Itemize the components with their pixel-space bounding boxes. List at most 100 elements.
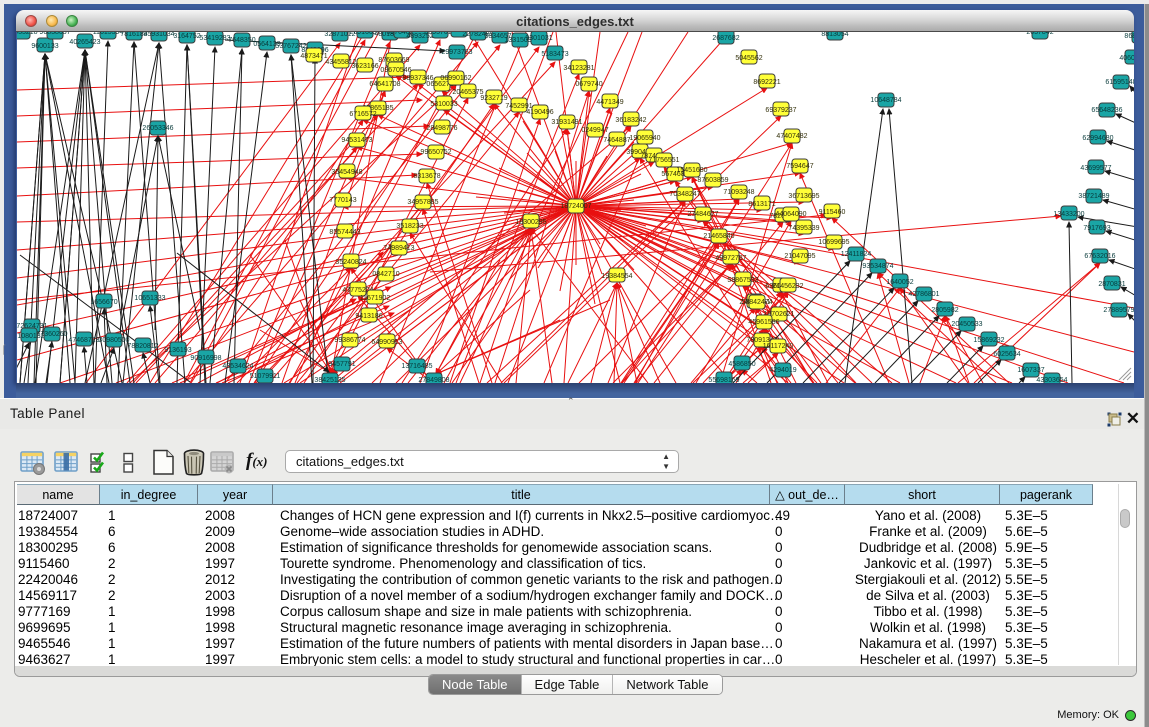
- svg-text:65648236: 65648236: [1091, 107, 1122, 114]
- svg-text:49972787: 49972787: [715, 255, 746, 262]
- svg-text:7464887: 7464887: [603, 137, 630, 144]
- svg-text:34123281: 34123281: [563, 65, 594, 72]
- svg-text:4586850: 4586850: [728, 361, 755, 368]
- svg-text:99650752: 99650752: [420, 149, 451, 156]
- svg-text:06990162: 06990162: [440, 75, 471, 82]
- svg-text:5045562: 5045562: [735, 55, 762, 62]
- svg-text:35240824: 35240824: [335, 259, 366, 266]
- svg-text:3623166: 3623166: [351, 63, 378, 70]
- svg-text:11671902: 11671902: [360, 295, 391, 302]
- svg-text:13433200: 13433200: [1053, 211, 1084, 218]
- svg-text:20465375: 20465375: [452, 89, 483, 96]
- svg-text:13716485: 13716485: [401, 363, 432, 370]
- svg-text:3518233: 3518233: [396, 223, 423, 230]
- svg-text:15451680: 15451680: [676, 167, 707, 174]
- svg-text:8313678: 8313678: [413, 173, 440, 180]
- svg-text:93534874: 93534874: [862, 263, 893, 270]
- svg-text:78820812: 78820812: [127, 343, 158, 350]
- svg-text:20450533: 20450533: [951, 321, 982, 328]
- svg-text:21465840: 21465840: [703, 233, 734, 240]
- svg-text:87603859: 87603859: [697, 177, 728, 184]
- svg-text:90916998: 90916998: [190, 355, 221, 362]
- svg-text:19065940: 19065940: [629, 135, 660, 142]
- svg-text:2870831: 2870831: [1098, 281, 1125, 288]
- svg-text:10433218: 10433218: [17, 32, 38, 36]
- svg-text:4060883: 4060883: [1119, 55, 1134, 62]
- svg-text:62994680: 62994680: [1082, 135, 1113, 142]
- svg-text:3164752: 3164752: [173, 33, 200, 40]
- svg-text:11615594: 11615594: [93, 32, 124, 36]
- svg-text:4471349: 4471349: [596, 99, 623, 106]
- svg-text:29973763: 29973763: [441, 49, 472, 56]
- svg-text:27889579: 27889579: [1103, 307, 1134, 314]
- svg-text:1656670: 1656670: [90, 299, 117, 306]
- svg-text:77360260: 77360260: [36, 331, 67, 338]
- svg-text:1640052: 1640052: [886, 279, 913, 286]
- svg-text:15869232: 15869232: [973, 337, 1004, 344]
- svg-text:71093248: 71093248: [723, 189, 754, 196]
- svg-text:7770143: 7770143: [329, 197, 356, 204]
- svg-text:40265423: 40265423: [69, 39, 100, 46]
- svg-text:26053346: 26053346: [142, 125, 173, 132]
- svg-text:36183242: 36183242: [615, 117, 646, 124]
- svg-text:9600133: 9600133: [31, 43, 58, 50]
- svg-text:0679740: 0679740: [575, 81, 602, 88]
- svg-text:28498776: 28498776: [426, 125, 457, 132]
- svg-text:12411824: 12411824: [841, 251, 872, 258]
- svg-text:6025634: 6025634: [993, 351, 1020, 358]
- svg-text:71756551: 71756551: [648, 157, 679, 164]
- svg-text:69379237: 69379237: [765, 107, 796, 114]
- svg-text:53419283: 53419283: [199, 35, 230, 42]
- svg-text:34957885: 34957885: [407, 199, 438, 206]
- svg-text:7917693: 7917693: [1083, 225, 1110, 232]
- svg-text:47468723: 47468723: [68, 337, 99, 344]
- svg-text:7648350: 7648350: [228, 37, 255, 44]
- svg-text:30980500: 30980500: [98, 337, 129, 344]
- svg-text:4294019: 4294019: [769, 367, 796, 374]
- svg-text:2687682: 2687682: [712, 35, 739, 42]
- svg-text:86872774: 86872774: [1124, 33, 1134, 40]
- svg-text:9301031: 9301031: [525, 35, 552, 42]
- svg-text:90838637: 90838637: [39, 32, 70, 36]
- svg-text:36713695: 36713695: [788, 193, 819, 200]
- svg-text:45961586: 45961586: [748, 319, 779, 326]
- svg-text:51079911: 51079911: [250, 373, 281, 380]
- svg-text:8813054: 8813054: [821, 32, 848, 38]
- svg-text:2637842: 2637842: [1026, 32, 1053, 36]
- svg-text:74989413: 74989413: [383, 245, 414, 252]
- svg-text:10699695: 10699695: [818, 239, 849, 246]
- svg-text:31931491: 31931491: [551, 119, 582, 126]
- svg-text:42786801: 42786801: [908, 291, 939, 298]
- svg-text:58867533: 58867533: [727, 277, 758, 284]
- svg-text:5183473: 5183473: [541, 51, 568, 58]
- svg-text:27484677: 27484677: [687, 211, 718, 218]
- svg-text:16117240: 16117240: [763, 343, 794, 350]
- svg-text:10651333: 10651333: [134, 295, 165, 302]
- svg-text:21047095: 21047095: [784, 253, 815, 260]
- svg-text:58842474: 58842474: [741, 299, 772, 306]
- svg-text:67632016: 67632016: [1084, 253, 1115, 260]
- svg-text:61595148: 61595148: [1105, 79, 1134, 86]
- svg-text:18300295: 18300295: [515, 219, 546, 226]
- svg-text:21456232: 21456232: [772, 283, 803, 290]
- svg-text:99386774: 99386774: [334, 337, 365, 344]
- svg-text:0842710: 0842710: [372, 271, 399, 278]
- svg-text:1607337: 1607337: [1017, 367, 1044, 374]
- svg-text:0249947: 0249947: [581, 127, 608, 134]
- svg-text:4873471: 4873471: [300, 53, 327, 60]
- svg-text:35454948: 35454948: [331, 169, 362, 176]
- svg-text:2805982: 2805982: [931, 307, 958, 314]
- svg-text:8692221: 8692221: [753, 79, 780, 86]
- svg-text:18724007: 18724007: [560, 203, 591, 210]
- svg-text:5310033: 5310033: [430, 101, 457, 108]
- svg-text:19384554: 19384554: [601, 273, 632, 280]
- svg-text:9232719: 9232719: [480, 95, 507, 102]
- svg-text:64990913: 64990913: [371, 339, 402, 346]
- svg-text:7594647: 7594647: [786, 163, 813, 170]
- svg-text:44064090: 44064090: [775, 211, 806, 218]
- svg-text:9413186: 9413186: [355, 313, 382, 320]
- svg-text:85574443: 85574443: [329, 229, 360, 236]
- svg-text:9115460: 9115460: [819, 209, 846, 216]
- svg-text:74395339: 74395339: [788, 225, 819, 232]
- svg-text:95931034: 95931034: [143, 32, 174, 38]
